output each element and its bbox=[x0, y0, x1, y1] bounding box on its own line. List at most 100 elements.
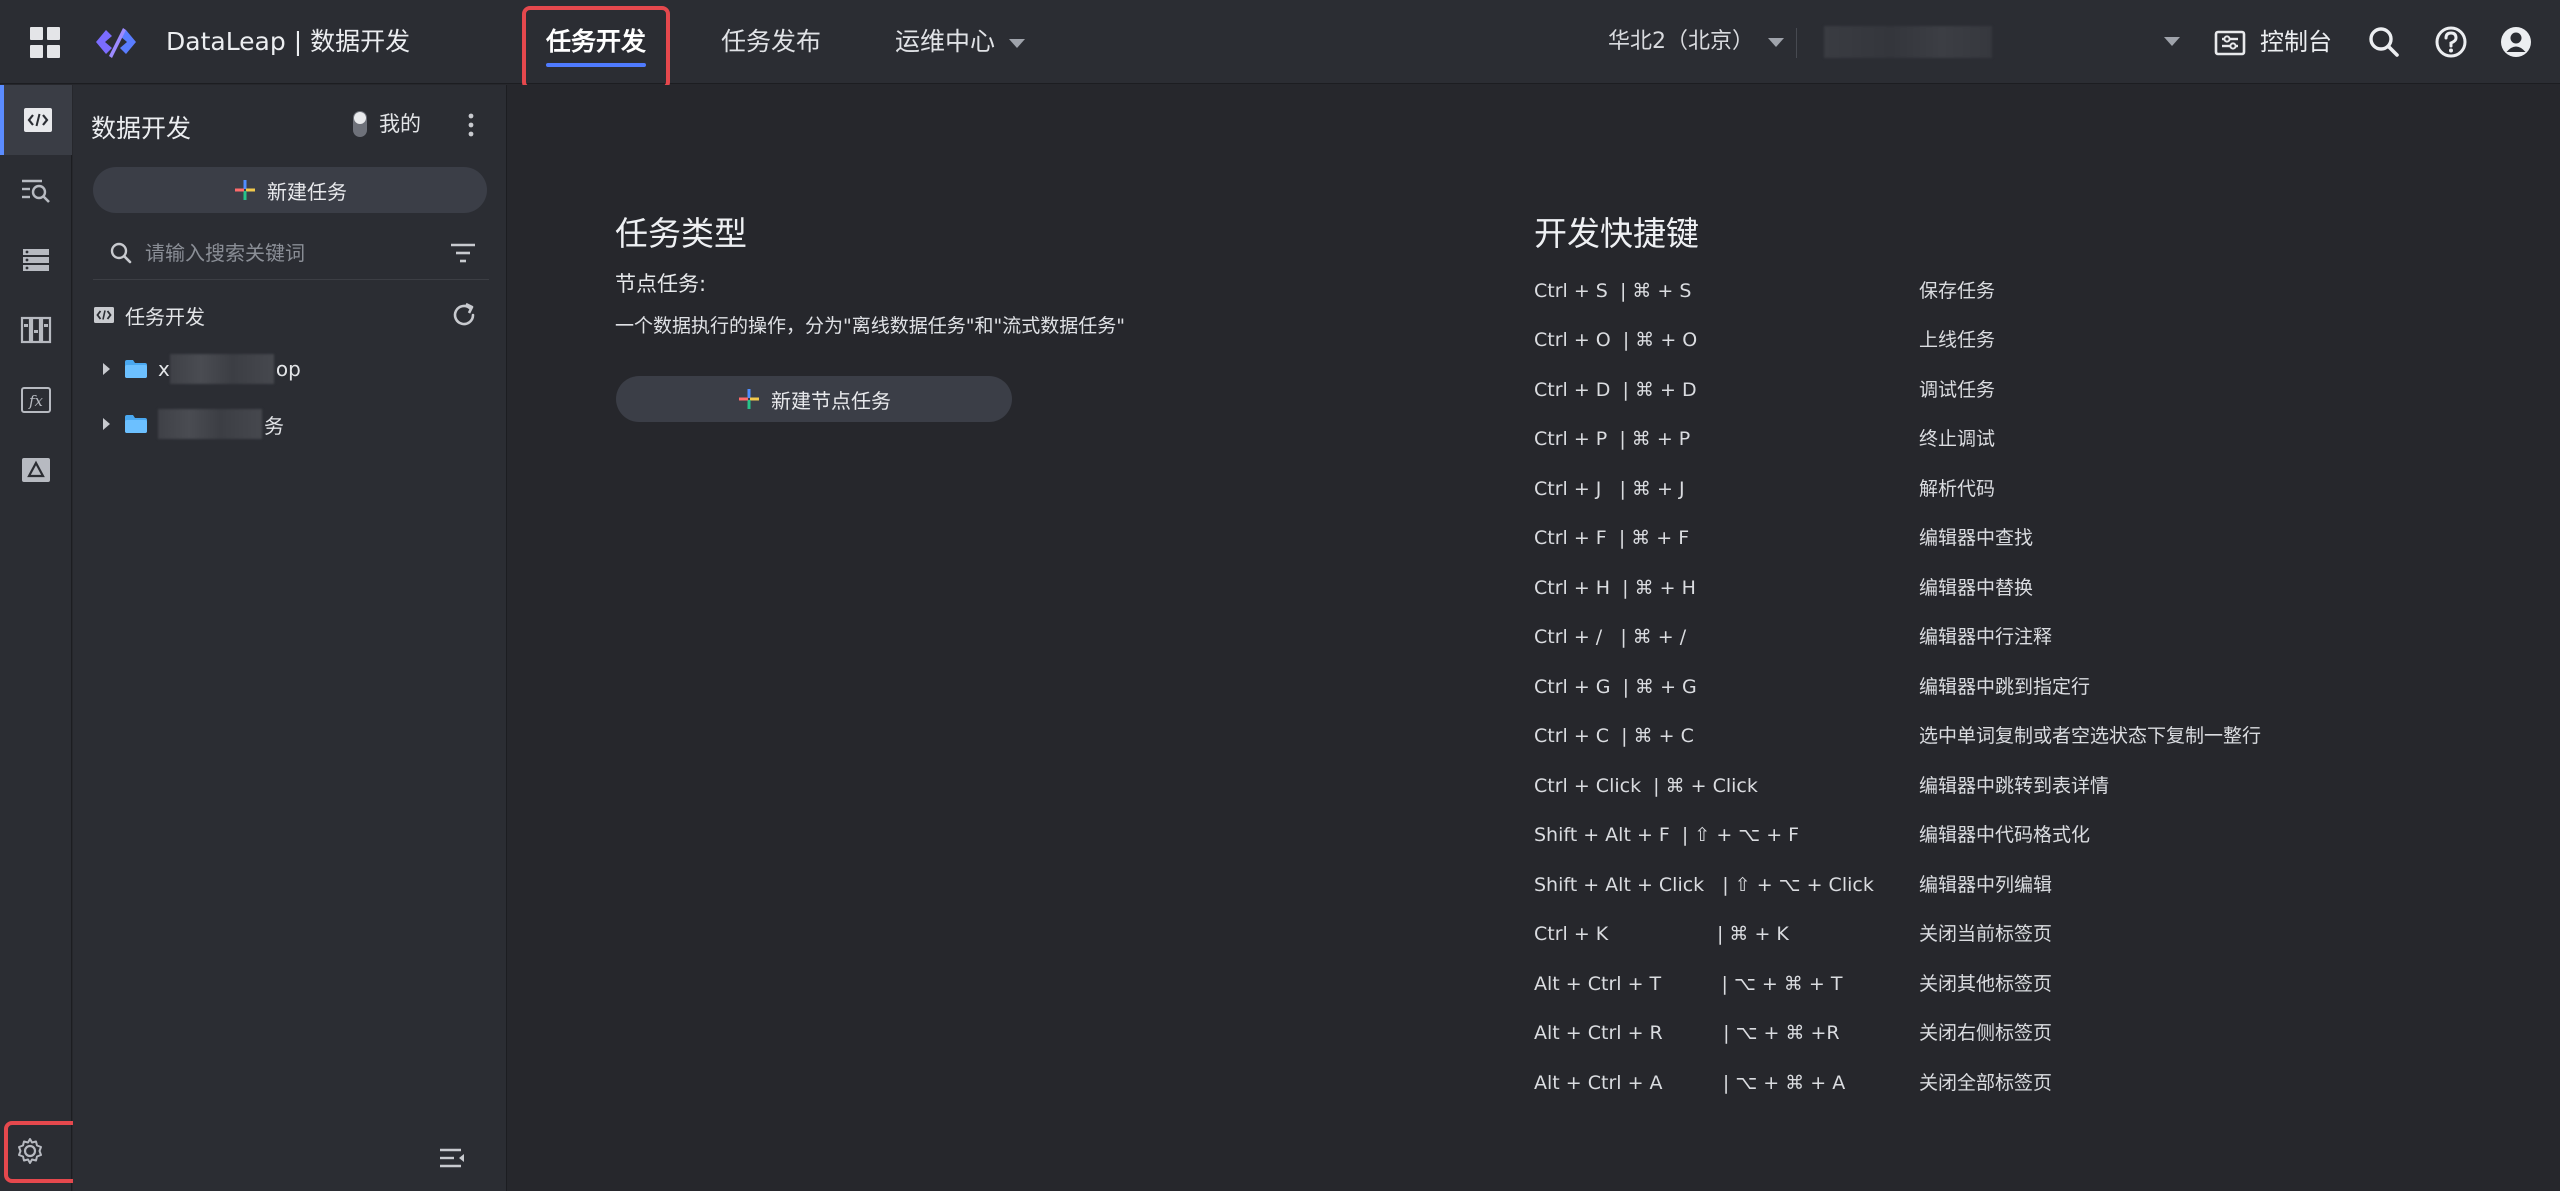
collapse-panel-icon[interactable] bbox=[437, 1143, 467, 1173]
folder-icon bbox=[125, 360, 147, 378]
divider bbox=[1796, 28, 1797, 58]
shortcut-desc: 上线任务 bbox=[1919, 329, 1996, 351]
tab-task-publish[interactable]: 任务发布 bbox=[721, 20, 821, 64]
shortcut-keys: Ctrl + / | ⌘ + / bbox=[1534, 626, 1687, 648]
folder-icon bbox=[125, 415, 147, 433]
shortcut-row: Ctrl + K | ⌘ + K 关闭当前标签页 bbox=[1534, 919, 2534, 949]
shortcut-desc: 调试任务 bbox=[1919, 379, 1996, 401]
search-input[interactable] bbox=[145, 241, 405, 265]
side-panel: 数据开发 我的 新建任务 任务开发 bbox=[73, 85, 507, 1191]
shortcut-row: Ctrl + G | ⌘ + G 编辑器中跳到指定行 bbox=[1534, 672, 2534, 702]
filter-icon[interactable] bbox=[449, 241, 477, 265]
chevron-down-icon bbox=[1768, 37, 1784, 47]
shortcut-desc: 解析代码 bbox=[1919, 478, 1996, 500]
mine-toggle[interactable] bbox=[353, 111, 367, 137]
shortcut-desc: 编辑器中跳到指定行 bbox=[1919, 676, 2091, 698]
shortcut-desc: 关闭全部标签页 bbox=[1919, 1072, 2053, 1094]
rail-item-function[interactable]: fx bbox=[0, 365, 72, 435]
shortcut-keys: Shift + Alt + Click | ⇧ + ⌥ + Click bbox=[1534, 874, 1874, 896]
new-task-label: 新建任务 bbox=[267, 179, 347, 204]
chevron-down-icon bbox=[2164, 37, 2180, 46]
caret-right-icon bbox=[103, 363, 110, 375]
shortcut-keys: Ctrl + C | ⌘ + C bbox=[1534, 725, 1694, 747]
redacted-account bbox=[1824, 26, 1992, 58]
shortcut-row: Ctrl + S | ⌘ + S 保存任务 bbox=[1534, 276, 2534, 306]
shortcut-keys: Alt + Ctrl + R | ⌥ + ⌘ +R bbox=[1534, 1022, 1840, 1044]
panel-title: 数据开发 bbox=[91, 114, 192, 143]
region-label: 华北2（北京） bbox=[1608, 29, 1754, 54]
plus-icon bbox=[235, 180, 255, 200]
refresh-icon[interactable] bbox=[449, 300, 479, 330]
shortcut-desc: 关闭右侧标签页 bbox=[1919, 1022, 2053, 1044]
more-options-icon[interactable] bbox=[461, 111, 481, 139]
shortcut-row: Ctrl + D | ⌘ + D 调试任务 bbox=[1534, 375, 2534, 405]
shortcut-desc: 编辑器中替换 bbox=[1919, 577, 2034, 599]
tree-folder-item[interactable]: x op bbox=[103, 353, 463, 385]
shortcut-desc: 关闭其他标签页 bbox=[1919, 973, 2053, 995]
shortcut-desc: 编辑器中列编辑 bbox=[1919, 874, 2053, 896]
tree-header: 任务开发 bbox=[93, 299, 205, 331]
shortcut-row: Alt + Ctrl + A | ⌥ + ⌘ + A 关闭全部标签页 bbox=[1534, 1068, 2534, 1098]
caret-right-icon bbox=[103, 418, 110, 430]
account-selector[interactable] bbox=[1820, 22, 2180, 62]
tree-folder-prefix: x bbox=[158, 357, 170, 381]
app-grid-icon[interactable] bbox=[30, 27, 62, 59]
rail-item-database[interactable] bbox=[0, 225, 72, 295]
tree-folder-suffix: op bbox=[275, 357, 301, 381]
rail-item-cloud-drive[interactable] bbox=[0, 435, 72, 505]
top-bar: DataLeap | 数据开发 任务开发 任务发布 运维中心 华北2（北京） 控… bbox=[0, 0, 2560, 90]
tab-ops-center-label: 运维中心 bbox=[895, 27, 996, 56]
new-task-button[interactable]: 新建任务 bbox=[93, 167, 487, 213]
shortcut-keys: Alt + Ctrl + A | ⌥ + ⌘ + A bbox=[1534, 1072, 1846, 1094]
shortcut-keys: Ctrl + Click | ⌘ + Click bbox=[1534, 775, 1758, 797]
shortcut-row: Shift + Alt + F | ⇧ + ⌥ + F 编辑器中代码格式化 bbox=[1534, 820, 2534, 850]
tab-ops-center[interactable]: 运维中心 bbox=[895, 20, 1026, 64]
rail-item-development[interactable] bbox=[0, 85, 72, 155]
shortcut-row: Ctrl + O | ⌘ + O 上线任务 bbox=[1534, 325, 2534, 355]
new-node-task-button[interactable]: 新建节点任务 bbox=[616, 376, 1012, 422]
tab-task-development[interactable]: 任务开发 bbox=[546, 20, 647, 67]
shortcut-row: Alt + Ctrl + T | ⌥ + ⌘ + T 关闭其他标签页 bbox=[1534, 969, 2534, 999]
help-icon[interactable] bbox=[2433, 24, 2469, 60]
shortcut-desc: 编辑器中行注释 bbox=[1919, 626, 2053, 648]
shortcut-desc: 编辑器中跳转到表详情 bbox=[1919, 775, 2110, 797]
shortcut-keys: Ctrl + K | ⌘ + K bbox=[1534, 923, 1789, 945]
redacted-name bbox=[158, 409, 262, 439]
svg-text:fx: fx bbox=[28, 392, 44, 410]
redacted-name bbox=[169, 354, 274, 384]
shortcut-keys: Ctrl + D | ⌘ + D bbox=[1534, 379, 1697, 401]
new-node-task-label: 新建节点任务 bbox=[771, 388, 891, 413]
tree-header-label: 任务开发 bbox=[125, 304, 205, 329]
shortcut-keys: Ctrl + P | ⌘ + P bbox=[1534, 428, 1691, 450]
search-box bbox=[109, 235, 409, 271]
console-label: 控制台 bbox=[2260, 28, 2332, 56]
shortcut-row: Ctrl + J | ⌘ + J 解析代码 bbox=[1534, 474, 2534, 504]
shortcut-keys: Shift + Alt + F | ⇧ + ⌥ + F bbox=[1534, 824, 1800, 846]
query-icon bbox=[22, 179, 50, 203]
gear-icon[interactable] bbox=[12, 1133, 48, 1169]
shortcut-keys: Ctrl + O | ⌘ + O bbox=[1534, 329, 1698, 351]
tree-folder-suffix: 务 bbox=[264, 413, 284, 438]
code-icon bbox=[24, 108, 52, 132]
shortcuts-title: 开发快捷键 bbox=[1534, 214, 1699, 253]
mine-toggle-label: 我的 bbox=[379, 112, 421, 136]
tree-folder-item[interactable]: 务 bbox=[103, 408, 463, 440]
library-icon bbox=[20, 316, 52, 344]
rail-item-query[interactable] bbox=[0, 155, 72, 225]
function-icon: fx bbox=[21, 387, 51, 413]
shortcut-row: Alt + Ctrl + R | ⌥ + ⌘ +R 关闭右侧标签页 bbox=[1534, 1018, 2534, 1048]
console-button[interactable]: 控制台 bbox=[2214, 24, 2332, 60]
shortcut-keys: Ctrl + J | ⌘ + J bbox=[1534, 478, 1685, 500]
search-icon[interactable] bbox=[2366, 24, 2402, 60]
shortcut-keys: Alt + Ctrl + T | ⌥ + ⌘ + T bbox=[1534, 973, 1843, 995]
database-icon bbox=[23, 249, 49, 271]
shortcut-row: Ctrl + H | ⌘ + H 编辑器中替换 bbox=[1534, 573, 2534, 603]
shortcut-desc: 终止调试 bbox=[1919, 428, 1996, 450]
region-selector[interactable]: 华北2（北京） bbox=[1608, 24, 1784, 60]
shortcut-desc: 编辑器中查找 bbox=[1919, 527, 2034, 549]
user-avatar-icon[interactable] bbox=[2498, 24, 2534, 60]
shortcut-row: Ctrl + F | ⌘ + F 编辑器中查找 bbox=[1534, 523, 2534, 553]
left-icon-rail: fx bbox=[0, 85, 72, 1191]
rail-item-library[interactable] bbox=[0, 295, 72, 365]
shortcut-row: Ctrl + / | ⌘ + / 编辑器中行注释 bbox=[1534, 622, 2534, 652]
